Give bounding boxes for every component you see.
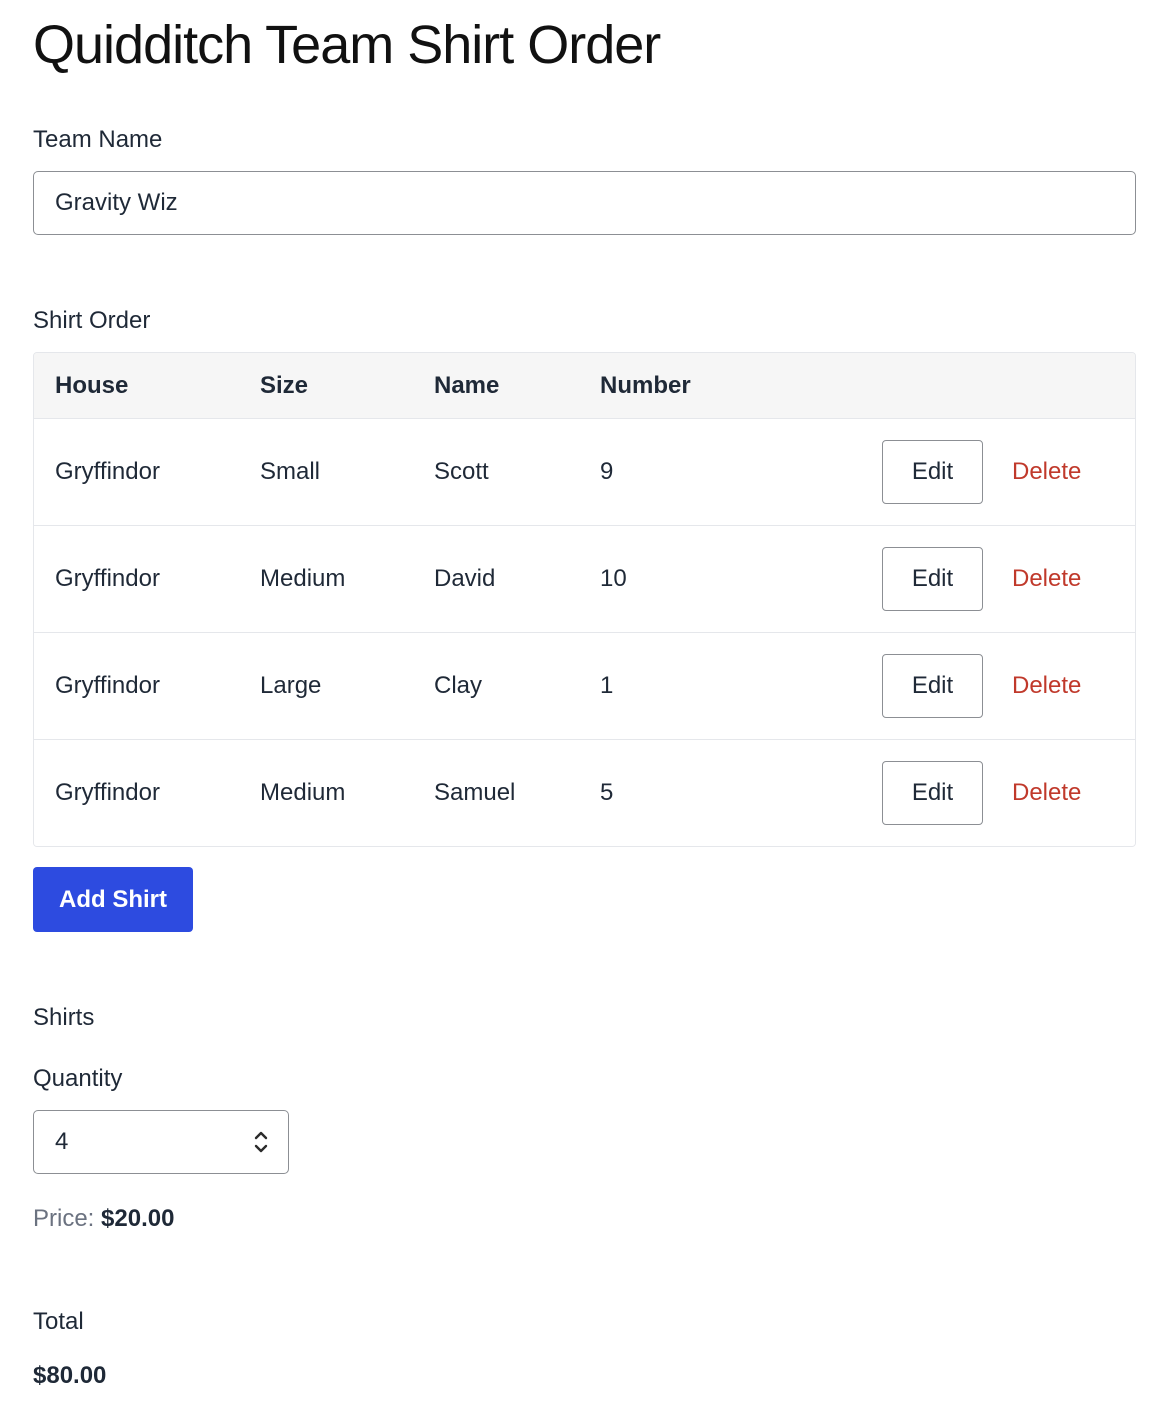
quantity-value: 4: [55, 1128, 69, 1155]
shirt-order-label: Shirt Order: [33, 307, 151, 334]
cell-size: Medium: [260, 565, 346, 592]
edit-button[interactable]: Edit: [882, 440, 983, 504]
edit-button[interactable]: Edit: [882, 654, 983, 718]
delete-link[interactable]: Delete: [1012, 526, 1081, 632]
column-header-size: Size: [260, 372, 309, 399]
table-header-row: House Size Name Number: [34, 353, 1135, 419]
table-row: Gryffindor Large Clay 1 Edit Delete: [34, 633, 1135, 740]
cell-house: Gryffindor: [55, 779, 160, 806]
delete-link[interactable]: Delete: [1012, 740, 1081, 846]
table-row: Gryffindor Medium David 10 Edit Delete: [34, 526, 1135, 633]
total-label: Total: [33, 1308, 84, 1335]
quantity-input[interactable]: 4: [33, 1110, 289, 1174]
cell-size: Medium: [260, 779, 346, 806]
delete-link[interactable]: Delete: [1012, 419, 1081, 525]
cell-house: Gryffindor: [55, 672, 160, 699]
cell-house: Gryffindor: [55, 458, 160, 485]
cell-name: Samuel: [434, 779, 516, 806]
team-name-input[interactable]: [33, 171, 1136, 235]
quantity-label: Quantity: [33, 1065, 123, 1092]
price-label: Price:: [33, 1205, 95, 1232]
column-header-house: House: [55, 372, 129, 399]
page-title: Quidditch Team Shirt Order: [33, 15, 661, 75]
shirt-order-table: House Size Name Number Gryffindor Small …: [33, 352, 1136, 847]
cell-number: 1: [600, 672, 614, 699]
cell-name: David: [434, 565, 496, 592]
edit-button[interactable]: Edit: [882, 547, 983, 611]
team-name-label: Team Name: [33, 126, 163, 153]
total-value: $80.00: [33, 1362, 107, 1389]
column-header-name: Name: [434, 372, 500, 399]
cell-size: Small: [260, 458, 321, 485]
add-shirt-button[interactable]: Add Shirt: [33, 867, 193, 932]
edit-button[interactable]: Edit: [882, 761, 983, 825]
cell-name: Clay: [434, 672, 483, 699]
column-header-number: Number: [600, 372, 691, 399]
table-row: Gryffindor Medium Samuel 5 Edit Delete: [34, 740, 1135, 846]
cell-name: Scott: [434, 458, 489, 485]
cell-number: 5: [600, 779, 614, 806]
table-row: Gryffindor Small Scott 9 Edit Delete: [34, 419, 1135, 526]
price-line: Price: $20.00: [33, 1205, 174, 1233]
chevron-up-down-icon[interactable]: [253, 1129, 269, 1155]
cell-house: Gryffindor: [55, 565, 160, 592]
delete-link[interactable]: Delete: [1012, 633, 1081, 739]
cell-number: 10: [600, 565, 627, 592]
cell-number: 9: [600, 458, 614, 485]
price-value: $20.00: [101, 1205, 175, 1232]
shirts-label: Shirts: [33, 1004, 95, 1031]
cell-size: Large: [260, 672, 322, 699]
